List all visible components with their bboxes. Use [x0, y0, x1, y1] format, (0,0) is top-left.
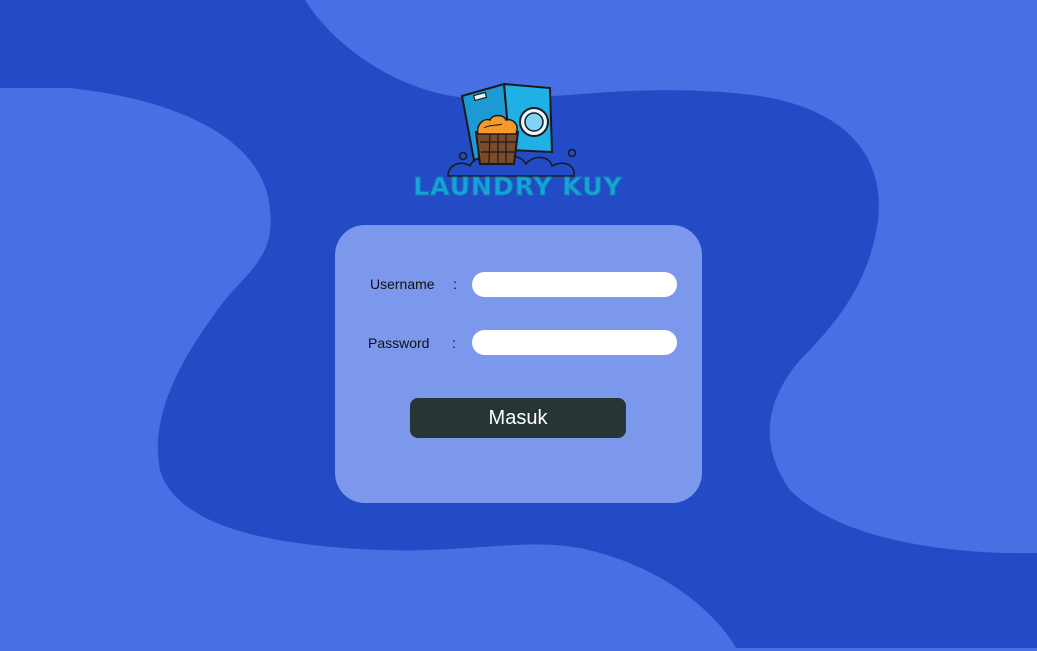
login-page: LAUNDRY KUY Username : Password : Masuk: [0, 0, 1037, 651]
username-colon: :: [453, 276, 457, 292]
password-input[interactable]: [472, 330, 677, 355]
password-colon: :: [452, 335, 456, 351]
username-input[interactable]: [472, 272, 677, 297]
login-button[interactable]: Masuk: [410, 398, 626, 438]
logo: LAUNDRY KUY: [410, 80, 626, 208]
password-label: Password: [368, 335, 430, 351]
username-label: Username: [370, 276, 435, 292]
login-card: Username : Password : Masuk: [335, 225, 702, 503]
logo-text: LAUNDRY KUY: [413, 172, 623, 202]
